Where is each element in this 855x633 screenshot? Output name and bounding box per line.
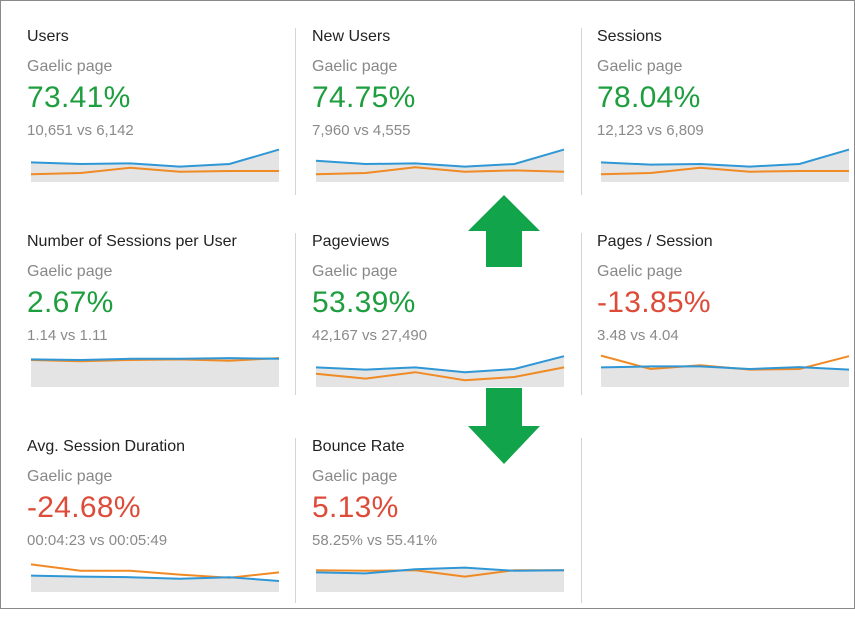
metric-card-users[interactable]: Users Gaelic page 73.41% 10,651 vs 6,142 — [27, 28, 297, 223]
segment-label: Gaelic page — [27, 58, 113, 75]
segment-label: Gaelic page — [27, 468, 113, 485]
sparkline-area — [316, 356, 564, 387]
metric-card-sessions-per-user[interactable]: Number of Sessions per User Gaelic page … — [27, 233, 297, 428]
segment-label: Gaelic page — [597, 263, 683, 280]
metric-card-pages-per-session[interactable]: Pages / Session Gaelic page -13.85% 3.48… — [597, 233, 855, 428]
metric-card-sessions[interactable]: Sessions Gaelic page 78.04% 12,123 vs 6,… — [597, 28, 855, 223]
metric-card-bounce-rate[interactable]: Bounce Rate Gaelic page 5.13% 58.25% vs … — [312, 438, 582, 633]
sparkline — [315, 566, 565, 592]
metric-title: Sessions — [597, 28, 662, 45]
metric-title: New Users — [312, 28, 391, 45]
segment-label: Gaelic page — [312, 58, 398, 75]
sparkline — [30, 148, 280, 182]
metric-card-pageviews[interactable]: Pageviews Gaelic page 53.39% 42,167 vs 2… — [312, 233, 582, 428]
comparison-values: 42,167 vs 27,490 — [312, 327, 428, 344]
metric-title: Pageviews — [312, 233, 390, 250]
percent-change: -24.68% — [27, 491, 141, 524]
metric-card-new-users[interactable]: New Users Gaelic page 74.75% 7,960 vs 4,… — [312, 28, 582, 223]
sparkline — [600, 354, 850, 387]
arrow-down-icon — [468, 388, 540, 464]
percent-change: 53.39% — [312, 286, 416, 319]
metric-title: Number of Sessions per User — [27, 233, 237, 250]
sparkline — [315, 355, 565, 387]
sparkline — [30, 563, 280, 592]
comparison-values: 7,960 vs 4,555 — [312, 122, 411, 139]
sparkline-area — [31, 358, 279, 387]
segment-label: Gaelic page — [312, 263, 398, 280]
comparison-values: 10,651 vs 6,142 — [27, 122, 134, 139]
comparison-values: 3.48 vs 4.04 — [597, 327, 679, 344]
comparison-values: 58.25% vs 55.41% — [312, 532, 438, 549]
segment-label: Gaelic page — [27, 263, 113, 280]
comparison-values: 12,123 vs 6,809 — [597, 122, 704, 139]
segment-label: Gaelic page — [597, 58, 683, 75]
comparison-values: 00:04:23 vs 00:05:49 — [27, 532, 168, 549]
percent-change: 78.04% — [597, 81, 701, 114]
comparison-values: 1.14 vs 1.11 — [27, 327, 108, 344]
metric-card-avg-session-duration[interactable]: Avg. Session Duration Gaelic page -24.68… — [27, 438, 297, 633]
metric-title: Users — [27, 28, 69, 45]
metric-title: Pages / Session — [597, 233, 713, 250]
percent-change: -13.85% — [597, 286, 711, 319]
percent-change: 2.67% — [27, 286, 114, 319]
arrow-up-icon — [468, 195, 540, 267]
metric-title: Avg. Session Duration — [27, 438, 186, 455]
percent-change: 73.41% — [27, 81, 131, 114]
metric-title: Bounce Rate — [312, 438, 405, 455]
percent-change: 5.13% — [312, 491, 399, 524]
sparkline — [30, 357, 280, 387]
sparkline-area — [601, 366, 849, 387]
sparkline — [315, 148, 565, 182]
percent-change: 74.75% — [312, 81, 416, 114]
sparkline — [600, 148, 850, 182]
segment-label: Gaelic page — [312, 468, 398, 485]
